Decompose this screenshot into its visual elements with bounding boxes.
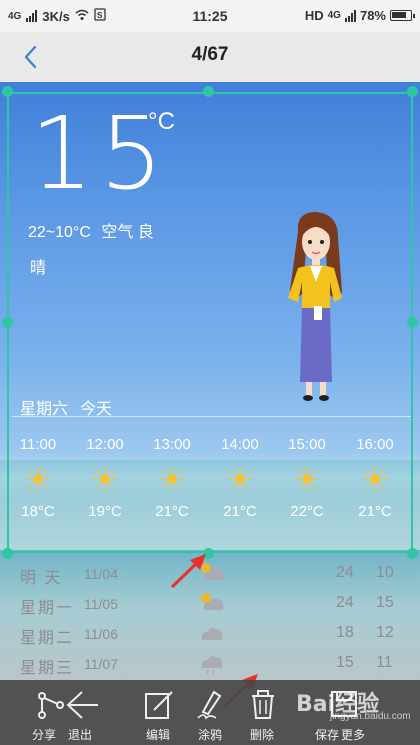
status-bar: 4G 3K/s S 11:25 HD 4G 78% [0,0,420,32]
status-right: HD 4G 78% [304,8,415,23]
trash-icon [252,690,274,719]
forecast-high: 24 [336,594,354,611]
crop-handle-top-left[interactable] [2,86,13,97]
forecast-day: 星期三 [20,660,75,677]
forecast-row: 星期三 11/07 15 11 [0,654,420,680]
forecast-low: 10 [376,564,394,581]
hd-label: HD [304,8,324,23]
cloud-icon [196,620,226,649]
forecast-high: 24 [336,564,354,581]
battery-icon [390,10,415,21]
exit-label: 退出 [67,728,92,742]
delete-button[interactable]: 删除 [222,680,302,745]
forecast-day: 星期二 [20,630,75,647]
signal-icon-right [344,9,356,22]
exit-button[interactable]: 退出 [40,680,120,745]
forecast-date: 11/06 [84,626,118,642]
forecast-high: 15 [336,654,354,671]
save-text: 保存 [314,728,339,742]
crop-handle-left[interactable] [2,317,13,328]
battery-percent: 78% [359,8,386,23]
crop-handle-top-right[interactable] [407,86,418,97]
forecast-day: 明 天 [20,570,63,587]
network-type-right: 4G [327,10,341,21]
photo-counter: 4/67 [191,44,229,65]
forecast-date: 11/05 [84,596,118,612]
delete-label: 删除 [249,728,274,742]
arrow-left-icon [66,691,98,719]
forecast-date: 11/04 [84,566,118,582]
crop-handle-bottom-left[interactable] [2,548,13,559]
forecast-high: 18 [336,624,354,641]
crop-handle-bottom-right[interactable] [407,548,418,559]
forecast-low: 12 [376,624,394,641]
forecast-low: 11 [376,654,393,671]
crop-frame[interactable] [7,92,413,553]
crop-handle-right[interactable] [407,317,418,328]
forecast-day: 星期一 [20,600,75,617]
forecast-date: 11/07 [84,656,118,672]
watermark-url: jingyan.baidu.com [330,711,411,722]
save-label: 保存 更多 [300,726,380,743]
forecast-low: 15 [376,594,394,611]
more-text: 更多 [341,728,366,742]
partly-cloudy-icon [196,590,226,619]
red-arrow-annotation [170,554,206,589]
photo-header: 4/67 [0,32,420,82]
crop-handle-top[interactable] [203,86,214,97]
